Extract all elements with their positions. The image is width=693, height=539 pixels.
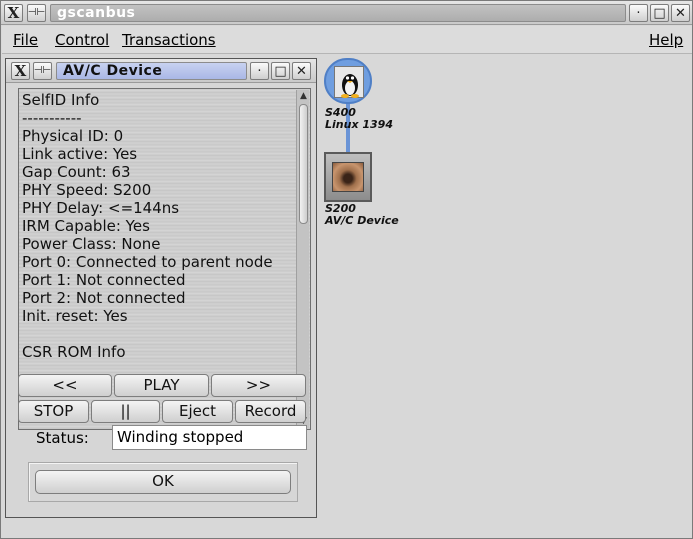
menu-control-label: Control [55, 31, 110, 49]
linux-penguin-icon [334, 66, 364, 98]
ok-button[interactable]: OK [35, 470, 291, 494]
status-field: Winding stopped [112, 425, 307, 450]
main-window: X ⊣⊢ gscanbus · □ ✕ File Control Transac… [0, 0, 693, 539]
menubar: File Control Transactions Help [2, 26, 692, 54]
minimize-button[interactable]: · [629, 4, 648, 22]
info-line: PHY Delay: <=144ns [22, 199, 180, 217]
play-button[interactable]: PLAY [114, 374, 209, 397]
linux-node-name: Linux 1394 [325, 118, 393, 131]
stop-button[interactable]: STOP [18, 400, 89, 423]
menu-file-label: File [13, 31, 39, 49]
info-line: Port 0: Connected to parent node [22, 253, 273, 271]
pin-icon[interactable]: ⊣⊢ [27, 4, 46, 22]
node-label-linux: S400 Linux 1394 [325, 107, 393, 131]
dialog-close-button[interactable]: ✕ [292, 62, 311, 80]
window-menu-icon[interactable]: X [4, 4, 23, 22]
info-line: IRM Capable: Yes [22, 217, 150, 235]
info-line: Physical ID: 0 [22, 127, 124, 145]
info-line: Gap Count: 63 [22, 163, 131, 181]
scroll-thumb[interactable] [299, 104, 308, 224]
window-title: gscanbus [50, 4, 626, 22]
eject-button[interactable]: Eject [162, 400, 233, 423]
record-button[interactable]: Record [235, 400, 306, 423]
dialog-title: AV/C Device [56, 62, 247, 80]
fast-forward-button[interactable]: >> [211, 374, 306, 397]
info-line: Init. reset: Yes [22, 307, 128, 325]
info-line: Link active: Yes [22, 145, 138, 163]
dialog-menu-icon[interactable]: X [11, 62, 30, 80]
status-label: Status: [36, 429, 89, 447]
dialog-pin-icon[interactable]: ⊣⊢ [33, 62, 52, 80]
info-line: PHY Speed: S200 [22, 181, 152, 199]
info-line: Port 1: Not connected [22, 271, 186, 289]
ok-frame: OK [28, 462, 298, 502]
info-line [22, 325, 294, 343]
camera-eye-icon [332, 162, 364, 192]
avc-node-name: AV/C Device [325, 214, 399, 227]
node-label-avc: S200 AV/C Device [325, 203, 399, 227]
info-line: Power Class: None [22, 235, 161, 253]
rewind-button[interactable]: << [18, 374, 112, 397]
dialog-minimize-button[interactable]: · [250, 62, 269, 80]
menu-help-label: Help [649, 31, 684, 49]
info-line: CSR ROM Info [22, 343, 126, 361]
scroll-up-icon[interactable]: ▲ [298, 91, 309, 102]
linux-node[interactable] [324, 58, 372, 104]
info-line: Port 2: Not connected [22, 289, 186, 307]
menu-transactions-label: Transactions [122, 31, 216, 49]
pause-button[interactable]: || [91, 400, 160, 423]
window-titlebar[interactable]: X ⊣⊢ gscanbus · □ ✕ [1, 1, 692, 25]
dialog-titlebar[interactable]: X ⊣⊢ AV/C Device · □ ✕ [6, 59, 316, 83]
avc-device-dialog: X ⊣⊢ AV/C Device · □ ✕ SelfID Info ------… [5, 58, 317, 518]
menu-control[interactable]: Control [55, 31, 109, 49]
menu-transactions[interactable]: Transactions [122, 31, 216, 49]
info-line: SelfID Info [22, 91, 100, 109]
maximize-button[interactable]: □ [650, 4, 669, 22]
info-line: ----------- [22, 109, 82, 127]
close-button[interactable]: ✕ [671, 4, 690, 22]
dialog-maximize-button[interactable]: □ [271, 62, 290, 80]
menu-file[interactable]: File [13, 31, 38, 49]
info-text: SelfID Info ----------- Physical ID: 0 Link… [22, 91, 294, 361]
menu-help[interactable]: Help [649, 31, 683, 49]
avc-node[interactable] [324, 152, 372, 202]
